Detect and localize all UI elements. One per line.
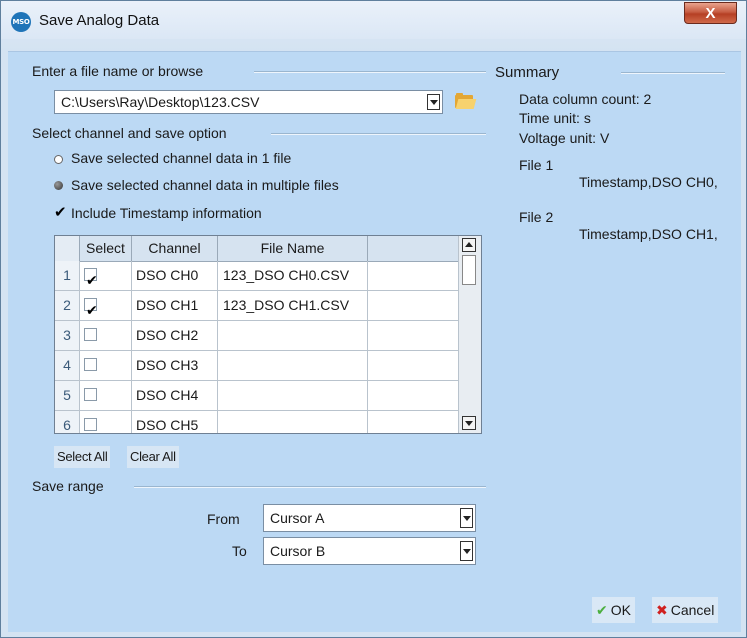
summary-column-count: Data column count: 2 xyxy=(519,91,652,107)
channel-name: DSO CH2 xyxy=(132,321,218,350)
channel-name: DSO CH1 xyxy=(132,291,218,320)
cancel-button[interactable]: ✖ Cancel xyxy=(652,597,719,623)
ok-button[interactable]: ✔ OK xyxy=(592,597,635,623)
channel-name: DSO CH3 xyxy=(132,351,218,380)
x-icon: ✖ xyxy=(656,602,668,618)
table-row[interactable]: 4 DSO CH3 xyxy=(55,351,458,381)
file-section-label: Enter a file name or browse xyxy=(32,63,204,79)
file-name-cell[interactable] xyxy=(218,321,368,350)
file-path-combobox[interactable]: C:\Users\Ray\Desktop\123.CSV xyxy=(54,90,443,114)
to-select-value: Cursor B xyxy=(270,543,326,559)
chevron-down-icon[interactable] xyxy=(427,94,440,110)
include-timestamp-checkbox[interactable]: ✔ xyxy=(54,205,67,221)
row-number: 6 xyxy=(55,411,80,433)
row-number: 5 xyxy=(55,381,80,410)
close-icon: X xyxy=(705,5,716,22)
row-number: 2 xyxy=(55,291,80,320)
radio-single-file-label[interactable]: Save selected channel data in 1 file xyxy=(71,150,291,166)
header-channel[interactable]: Channel xyxy=(132,236,218,261)
file-name-cell[interactable]: 123_DSO CH1.CSV xyxy=(218,291,368,320)
grid-corner xyxy=(55,236,80,261)
chevron-down-icon[interactable] xyxy=(460,508,473,528)
scroll-up-icon[interactable] xyxy=(462,238,476,252)
header-file-name[interactable]: File Name xyxy=(218,236,368,261)
row-select-checkbox[interactable] xyxy=(84,358,97,371)
from-select[interactable]: Cursor A xyxy=(263,504,476,532)
summary-file-columns: Timestamp,DSO CH1, xyxy=(579,226,718,242)
summary-file-label: File 2 xyxy=(519,209,554,225)
select-all-button[interactable]: Select All xyxy=(54,446,111,468)
file-name-cell[interactable] xyxy=(218,411,368,433)
channel-grid: Select Channel File Name 1 ✔ DSO CH0 123… xyxy=(54,235,482,434)
row-number: 3 xyxy=(55,321,80,350)
from-select-value: Cursor A xyxy=(270,510,325,526)
file-name-cell[interactable]: 123_DSO CH0.CSV xyxy=(218,261,368,290)
summary-title: Summary xyxy=(495,64,560,81)
save-range-label: Save range xyxy=(32,478,104,494)
chevron-down-icon[interactable] xyxy=(460,541,473,561)
row-number: 1 xyxy=(55,261,80,290)
close-button[interactable]: X xyxy=(684,2,737,24)
to-label: To xyxy=(232,543,247,559)
dialog-body: Enter a file name or browse C:\Users\Ray… xyxy=(8,51,741,632)
from-label: From xyxy=(207,511,240,527)
table-row[interactable]: 5 DSO CH4 xyxy=(55,381,458,411)
row-select-checkbox[interactable] xyxy=(84,388,97,401)
row-select-checkbox[interactable] xyxy=(84,418,97,431)
cancel-button-label: Cancel xyxy=(670,602,715,618)
radio-single-file[interactable] xyxy=(54,155,63,164)
table-row[interactable]: 2 ✔ DSO CH1 123_DSO CH1.CSV xyxy=(55,291,458,321)
channel-section-label: Select channel and save option xyxy=(32,125,227,141)
checkmark-icon: ✔ xyxy=(596,602,608,618)
title-bar[interactable]: MSO Save Analog Data X xyxy=(1,1,746,39)
summary-divider xyxy=(621,72,725,74)
channel-name: DSO CH5 xyxy=(132,411,218,433)
scroll-thumb[interactable] xyxy=(462,255,476,285)
radio-multiple-files[interactable] xyxy=(54,181,63,190)
header-select[interactable]: Select xyxy=(80,236,132,261)
window-title: Save Analog Data xyxy=(39,12,160,29)
summary-file-columns: Timestamp,DSO CH0, xyxy=(579,174,718,190)
to-select[interactable]: Cursor B xyxy=(263,537,476,565)
app-logo-icon: MSO xyxy=(11,12,31,32)
table-row[interactable]: 6 DSO CH5 xyxy=(55,411,458,433)
summary-file-label: File 1 xyxy=(519,157,554,173)
scroll-down-icon[interactable] xyxy=(462,416,476,430)
row-select-checkbox[interactable]: ✔ xyxy=(84,268,98,288)
file-name-cell[interactable] xyxy=(218,351,368,380)
clear-all-button[interactable]: Clear All xyxy=(127,446,179,468)
grid-vertical-scrollbar[interactable] xyxy=(458,236,481,433)
include-timestamp-label[interactable]: Include Timestamp information xyxy=(71,205,262,221)
radio-multiple-files-label[interactable]: Save selected channel data in multiple f… xyxy=(71,177,339,193)
table-row[interactable]: 1 ✔ DSO CH0 123_DSO CH0.CSV xyxy=(55,261,458,291)
file-section-divider xyxy=(254,71,486,73)
row-number: 4 xyxy=(55,351,80,380)
grid-header: Select Channel File Name xyxy=(55,236,458,262)
header-filler xyxy=(368,236,458,261)
row-select-checkbox[interactable] xyxy=(84,328,97,341)
channel-name: DSO CH4 xyxy=(132,381,218,410)
save-analog-data-dialog: MSO Save Analog Data X Enter a file name… xyxy=(0,0,747,638)
channel-section-divider xyxy=(271,133,486,135)
file-path-value: C:\Users\Ray\Desktop\123.CSV xyxy=(61,94,260,110)
summary-voltage-unit: Voltage unit: V xyxy=(519,130,610,146)
save-range-divider xyxy=(134,486,486,488)
channel-name: DSO CH0 xyxy=(132,261,218,290)
table-row[interactable]: 3 DSO CH2 xyxy=(55,321,458,351)
row-select-checkbox[interactable]: ✔ xyxy=(84,298,98,318)
summary-time-unit: Time unit: s xyxy=(519,110,591,126)
ok-button-label: OK xyxy=(610,602,631,618)
folder-open-icon[interactable] xyxy=(455,93,477,109)
file-name-cell[interactable] xyxy=(218,381,368,410)
